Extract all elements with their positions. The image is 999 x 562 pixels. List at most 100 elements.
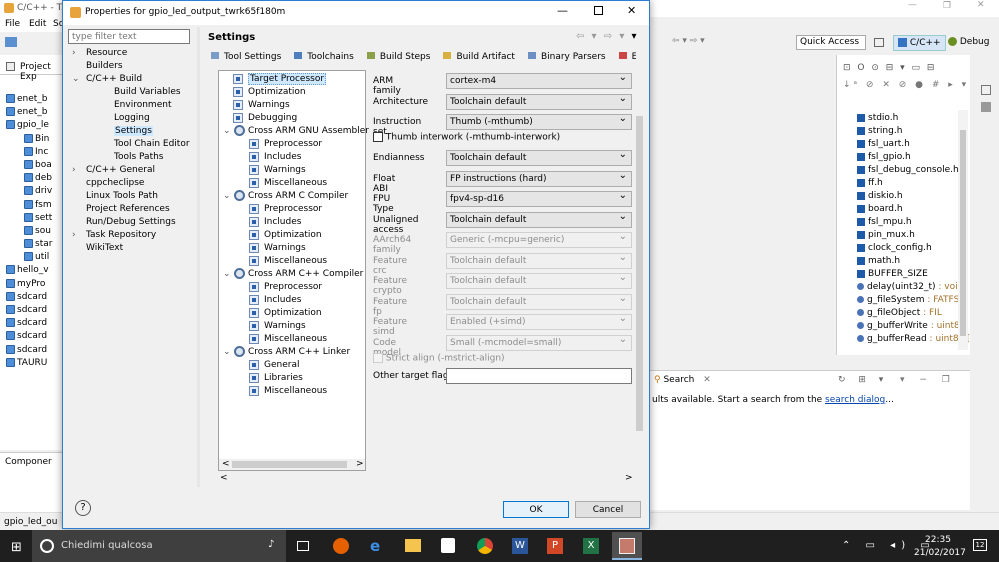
menu-file[interactable]: File — [5, 19, 20, 29]
left-tree-item[interactable]: › C/C++ General — [68, 164, 198, 177]
outline-item[interactable]: math.h — [857, 255, 969, 268]
cancel-button[interactable]: Cancel — [575, 501, 641, 518]
tool-page[interactable]: Warnings — [221, 99, 365, 112]
chrome-icon[interactable] — [477, 538, 493, 554]
view-menu-icon[interactable]: ▾ — [632, 31, 639, 42]
outline-item[interactable]: string.h — [857, 125, 969, 138]
left-tree-item[interactable]: Builders — [68, 60, 198, 73]
left-tree-item[interactable]: Linux Tools Path — [68, 190, 198, 203]
tab-0[interactable]: Tool Settings — [211, 52, 281, 62]
tab-2[interactable]: Build Steps — [366, 52, 430, 62]
ide-tree-item[interactable]: hello_v — [0, 264, 63, 277]
store-icon[interactable] — [441, 538, 455, 553]
ide-tree-item[interactable]: sdcard — [0, 344, 63, 357]
outline-item[interactable]: clock_config.h — [857, 242, 969, 255]
outline-item[interactable]: delay(uint32_t) : void — [857, 281, 969, 294]
menu-edit[interactable]: Edit — [29, 19, 46, 29]
explorer-icon[interactable] — [405, 539, 421, 552]
ide-tree-item[interactable]: boa — [0, 159, 63, 172]
ide-tree-item[interactable]: sdcard — [0, 317, 63, 330]
quick-access-field[interactable]: Quick Access — [796, 35, 866, 50]
outline-item[interactable]: fsl_debug_console.h — [857, 164, 969, 177]
left-tree-item[interactable]: Project References — [68, 203, 198, 216]
right-vscroll[interactable] — [634, 70, 645, 468]
ide-tree-item[interactable]: sdcard — [0, 291, 63, 304]
field-select[interactable]: Toolchain default — [446, 148, 632, 166]
tool-page[interactable]: Debugging — [221, 112, 365, 125]
ide-tree-item[interactable]: sdcard — [0, 330, 63, 343]
panel-hscroll[interactable]: < > — [218, 473, 633, 484]
scroll-thumb[interactable] — [232, 461, 347, 468]
left-tree-item[interactable]: Run/Debug Settings — [68, 216, 198, 229]
outline-item[interactable]: fsl_gpio.h — [857, 151, 969, 164]
tasks-icon[interactable] — [981, 102, 991, 112]
ide-tree-item[interactable]: Inc — [0, 146, 63, 159]
ide-maximize-button[interactable]: ❐ — [943, 1, 951, 11]
chevron-down-icon[interactable]: ⌄ — [72, 73, 86, 86]
tool-page[interactable]: Miscellaneous — [221, 255, 365, 268]
strict-align-checkbox[interactable]: Strict align (-mstrict-align) — [373, 353, 505, 364]
component-tab[interactable]: Componer — [5, 457, 52, 467]
ide-tree-item[interactable]: Bin — [0, 133, 63, 146]
panel-scroll-right-icon[interactable]: > — [625, 473, 633, 483]
ide-tree-item[interactable]: enet_b — [0, 93, 63, 106]
field-select[interactable]: fpv4-sp-d16 — [446, 189, 632, 207]
tool-page[interactable]: Libraries — [221, 372, 365, 385]
tab-5[interactable]: Error Parser — [618, 52, 636, 62]
tool-tree-hscroll[interactable]: < > — [219, 459, 365, 470]
ide-tree-item[interactable]: sou — [0, 225, 63, 238]
perspective-debug[interactable]: Debug — [948, 37, 989, 47]
tool-page[interactable]: Includes — [221, 216, 365, 229]
word-icon[interactable]: W — [512, 538, 528, 554]
tool-group[interactable]: ⌄ Cross ARM C Compiler — [221, 190, 365, 203]
project-explorer-tab[interactable]: Project Exp — [0, 59, 63, 82]
start-icon[interactable]: ⊞ — [11, 540, 22, 555]
outline-item[interactable]: pin_mux.h — [857, 229, 969, 242]
ide-tree-item[interactable]: gpio_le — [0, 119, 63, 132]
field-select[interactable]: Toolchain default — [446, 210, 632, 228]
outline-item[interactable]: g_fileSystem : FATFS — [857, 294, 969, 307]
tool-page[interactable]: General — [221, 359, 365, 372]
dialog-minimize-button[interactable]: — — [557, 4, 568, 17]
chevron-right-icon[interactable]: › — [72, 164, 86, 177]
left-tree-item[interactable]: Tools Paths — [68, 151, 198, 164]
left-tree-item[interactable]: Logging — [68, 112, 198, 125]
tool-page[interactable]: Miscellaneous — [221, 333, 365, 346]
field-select[interactable]: Thumb (-mthumb) — [446, 112, 632, 130]
tool-page[interactable]: Warnings — [221, 242, 365, 255]
tool-page[interactable]: Warnings — [221, 164, 365, 177]
left-tree-item[interactable]: Build Variables — [68, 86, 198, 99]
outline-item[interactable]: diskio.h — [857, 190, 969, 203]
tool-page[interactable]: Optimization — [221, 86, 365, 99]
vscroll-thumb[interactable] — [636, 116, 643, 431]
new-icon[interactable] — [5, 37, 17, 47]
tool-page[interactable]: Warnings — [221, 320, 365, 333]
outline-item[interactable]: stdio.h — [857, 112, 969, 125]
notification-icon[interactable]: 12 — [973, 539, 987, 551]
ide-tree-item[interactable]: util — [0, 251, 63, 264]
tab-4[interactable]: Binary Parsers — [527, 52, 606, 62]
ide-tree-item[interactable]: enet_b — [0, 106, 63, 119]
outline-scrollbar[interactable] — [958, 110, 968, 350]
chevron-right-icon[interactable]: › — [72, 229, 86, 242]
scroll-right-icon[interactable]: > — [356, 459, 364, 469]
search-tab[interactable]: ⚲ Search ✕ — [654, 375, 711, 385]
excel-icon[interactable]: X — [583, 538, 599, 554]
open-perspective-icon[interactable] — [874, 38, 884, 47]
tab-3[interactable]: Build Artifact — [443, 52, 515, 62]
chevron-down-icon[interactable]: ⌄ — [223, 190, 234, 203]
chevron-down-icon[interactable]: ⌄ — [223, 125, 234, 138]
outline-item[interactable]: g_bufferWrite : uint8_t — [857, 320, 969, 333]
chevron-right-icon[interactable]: › — [72, 47, 86, 60]
search-dialog-link[interactable]: search dialog — [825, 395, 885, 405]
tool-page[interactable]: Target Processor — [221, 73, 365, 86]
restore-icon[interactable] — [981, 85, 991, 95]
left-tree-item[interactable]: › Resource — [68, 47, 198, 60]
eclipse-taskbar-icon[interactable] — [612, 532, 642, 560]
ide-tree-item[interactable]: myPro — [0, 278, 63, 291]
ide-tree-item[interactable]: star — [0, 238, 63, 251]
ide-tree-item[interactable]: TAURU — [0, 357, 63, 370]
ide-tree-item[interactable]: sdcard — [0, 304, 63, 317]
dialog-close-button[interactable]: ✕ — [627, 4, 636, 17]
left-tree-item[interactable]: WikiText — [68, 242, 198, 255]
